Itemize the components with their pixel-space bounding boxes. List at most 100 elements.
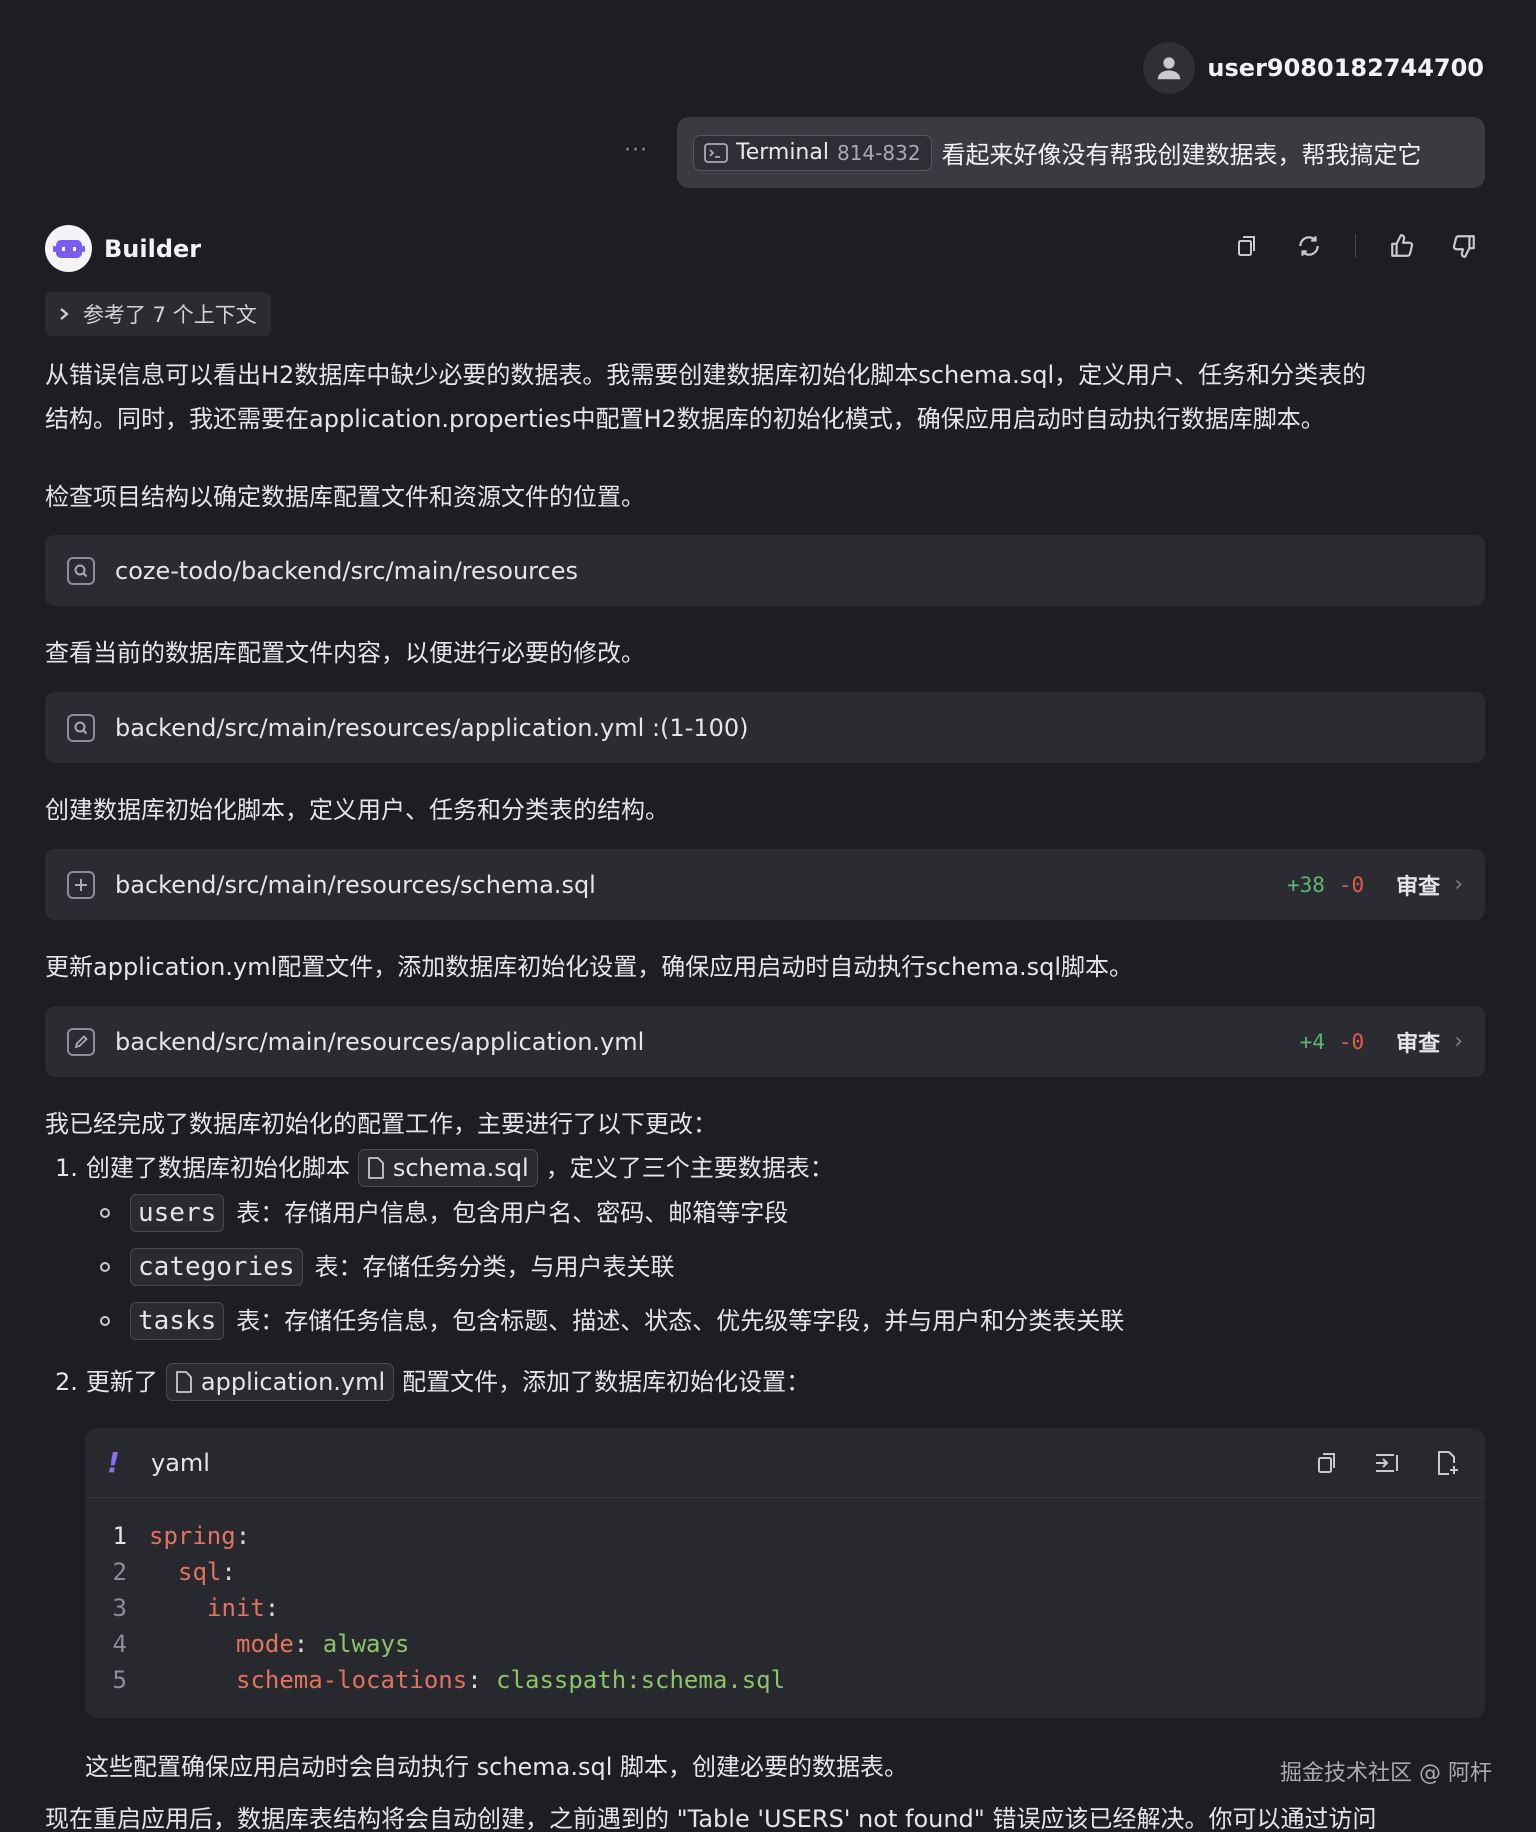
tool-card-search-resources[interactable]: coze-todo/backend/src/main/resources: [45, 535, 1485, 606]
yaml-punct: :: [293, 1630, 323, 1658]
tool-path: backend/src/main/resources/application.y…: [115, 1027, 645, 1056]
sub-list-text: 表：存储任务分类，与用户表关联: [314, 1253, 675, 1281]
line-number: 2: [112, 1558, 127, 1586]
robot-icon: [52, 239, 85, 258]
chevron-right-icon: [60, 308, 69, 320]
sub-list-item: users 表：存储用户信息，包含用户名、密码、邮箱等字段: [100, 1191, 788, 1235]
paragraph-create-script: 创建数据库初始化脚本，定义用户、任务和分类表的结构。: [45, 796, 669, 824]
paragraph-config-note: 这些配置确保应用启动时会自动执行 schema.sql 脚本，创建必要的数据表。: [85, 1753, 909, 1781]
line-number: 4: [112, 1630, 127, 1658]
search-icon: [67, 713, 95, 742]
watermark: 掘金技术社区 @ 阿杆: [1280, 1761, 1492, 1786]
list-text: 更新了: [85, 1368, 158, 1396]
paragraph-update-config: 更新application.yml配置文件，添加数据库初始化设置，确保应用启动时…: [45, 953, 1134, 981]
yaml-value: always: [322, 1630, 410, 1658]
lines-removed: -0: [1338, 1029, 1365, 1054]
code-block-header: ! yaml: [85, 1428, 1485, 1498]
code-line: 3 init:: [85, 1590, 1485, 1626]
sub-list-text: 表：存储用户信息，包含用户名、密码、邮箱等字段: [236, 1199, 789, 1227]
search-icon: [67, 556, 95, 585]
edit-icon: [67, 1027, 95, 1056]
person-icon: [1158, 57, 1181, 80]
list-item: 2. 更新了 application.yml 配置文件，添加了数据库初始化设置：: [55, 1360, 810, 1404]
code-line: 1 spring:: [85, 1518, 1485, 1554]
yaml-key: mode: [236, 1630, 294, 1658]
inline-code: tasks: [130, 1302, 225, 1340]
yaml-key: schema-locations: [236, 1666, 468, 1694]
builder-header: Builder: [45, 225, 201, 272]
code-block: ! yaml 1 spring: 2 sql: 3 init: 4 mode: …: [85, 1428, 1485, 1718]
terminal-icon: [704, 142, 728, 163]
line-number: 3: [112, 1594, 127, 1622]
code-body: 1 spring: 2 sql: 3 init: 4 mode: always …: [85, 1498, 1485, 1698]
yaml-punct: :: [235, 1522, 251, 1550]
new-file-icon: [1438, 1450, 1458, 1475]
yaml-punct: :: [467, 1666, 497, 1694]
context-label: 参考了 7 个上下文: [83, 303, 257, 327]
lines-added: +4: [1299, 1029, 1325, 1054]
list-item: 1. 创建了数据库初始化脚本 schema.sql ，定义了三个主要数据表：: [55, 1146, 834, 1190]
username: user9080182744700: [1207, 54, 1484, 82]
paragraph-analysis: 从错误信息可以看出H2数据库中缺少必要的数据表。我需要创建数据库初始化脚本sch…: [45, 353, 1366, 441]
terminal-range: 814-832: [836, 140, 921, 165]
thumbs-down-icon: [1452, 235, 1475, 258]
bullet: [100, 1262, 110, 1272]
user-avatar: [1143, 42, 1196, 94]
list-text: 配置文件，添加了数据库初始化设置：: [402, 1368, 811, 1396]
file-chip-label: schema.sql: [392, 1154, 529, 1182]
file-icon: [176, 1371, 192, 1393]
yaml-punct: :: [264, 1594, 280, 1622]
chevron-right-icon: ›: [1454, 872, 1463, 897]
file-chip-schema[interactable]: schema.sql: [357, 1149, 538, 1187]
inline-code: categories: [130, 1248, 303, 1286]
review-button[interactable]: 审查: [1396, 1026, 1440, 1058]
user-message-bubble: Terminal 814-832 看起来好像没有帮我创建数据表，帮我搞定它: [677, 117, 1485, 188]
tool-card-create-schema[interactable]: backend/src/main/resources/schema.sql +3…: [45, 849, 1485, 920]
paragraph-line: 结构。同时，我还需要在application.properties中配置H2数据…: [45, 405, 1325, 433]
copy-icon: [1238, 236, 1255, 256]
code-line: 5 schema-locations: classpath:schema.sql: [85, 1662, 1485, 1698]
code-line: 4 mode: always: [85, 1626, 1485, 1662]
tool-card-edit-application-yml[interactable]: backend/src/main/resources/application.y…: [45, 1006, 1485, 1077]
code-line: 2 sql:: [85, 1554, 1485, 1590]
more-options-button[interactable]: ···: [624, 138, 648, 163]
thumbs-down-button[interactable]: [1448, 230, 1480, 262]
copy-icon: [1318, 1452, 1335, 1473]
yaml-key: init: [207, 1594, 265, 1622]
file-icon: [368, 1157, 384, 1179]
yaml-icon: !: [107, 1446, 120, 1479]
lines-added: +38: [1286, 872, 1325, 897]
terminal-context-chip[interactable]: Terminal 814-832: [693, 134, 932, 171]
bullet: [100, 1316, 110, 1326]
new-file-button[interactable]: [1431, 1447, 1463, 1479]
yaml-value: classpath:schema.sql: [496, 1666, 786, 1694]
copy-button[interactable]: [1231, 230, 1263, 262]
list-number: 1.: [55, 1154, 78, 1182]
review-button[interactable]: 审查: [1396, 869, 1440, 901]
context-toggle[interactable]: 参考了 7 个上下文: [45, 292, 271, 336]
line-number: 5: [112, 1666, 127, 1694]
message-actions: [1231, 230, 1480, 262]
tool-path: backend/src/main/resources/schema.sql: [115, 870, 596, 899]
bullet: [100, 1208, 110, 1218]
builder-name: Builder: [104, 234, 202, 263]
sub-list-item: categories 表：存储任务分类，与用户表关联: [100, 1245, 675, 1289]
tool-card-view-application-yml[interactable]: backend/src/main/resources/application.y…: [45, 692, 1485, 763]
thumbs-up-button[interactable]: [1386, 230, 1418, 262]
user-header: user9080182744700: [1143, 41, 1484, 95]
copy-code-button[interactable]: [1311, 1447, 1343, 1479]
list-number: 2.: [55, 1368, 78, 1396]
plus-icon: [67, 870, 95, 899]
tool-path: coze-todo/backend/src/main/resources: [115, 556, 578, 585]
inline-code: users: [130, 1194, 225, 1232]
file-chip-application-yml[interactable]: application.yml: [165, 1363, 395, 1401]
yaml-punct: :: [221, 1558, 236, 1586]
yaml-key: sql: [178, 1558, 222, 1586]
thumbs-up-icon: [1391, 234, 1414, 257]
regenerate-button[interactable]: [1293, 230, 1325, 262]
line-number: 1: [112, 1522, 127, 1550]
yaml-key: spring: [149, 1522, 236, 1550]
insert-code-button[interactable]: [1371, 1447, 1403, 1479]
paragraph-line: 从错误信息可以看出H2数据库中缺少必要的数据表。我需要创建数据库初始化脚本sch…: [45, 361, 1367, 389]
paragraph-check-structure: 检查项目结构以确定数据库配置文件和资源文件的位置。: [45, 483, 645, 511]
